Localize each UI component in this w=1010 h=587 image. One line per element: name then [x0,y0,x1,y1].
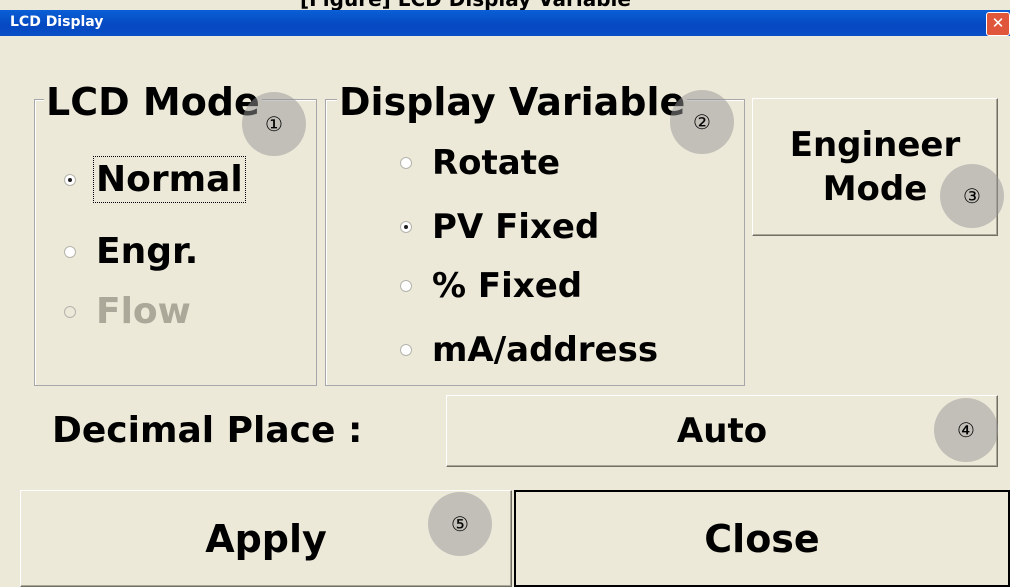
callout-marker-4: ④ [934,398,998,462]
decimal-place-label: Decimal Place : [52,410,363,451]
display-variable-radio-rotate[interactable]: Rotate [400,143,560,183]
lcd-mode-title: LCD Mode [44,80,262,124]
radio-unselected-icon [400,157,412,169]
radio-unselected-icon [400,280,412,292]
radio-selected-icon [64,173,76,186]
callout-marker-2: ② [670,90,734,154]
lcd-mode-radio-engr[interactable]: Engr. [64,231,198,272]
display-variable-radio-pv-fixed[interactable]: PV Fixed [400,207,599,247]
lcd-mode-radio-flow: Flow [64,291,191,332]
lcd-mode-label-normal: Normal [93,156,246,203]
lcd-display-dialog: [Figure] LCD Display Variable LCD Displa… [0,0,1010,587]
window-close-button[interactable]: ✕ [986,12,1010,36]
display-variable-radio-ma-address[interactable]: mA/address [400,330,658,370]
display-variable-radio-percent-fixed[interactable]: % Fixed [400,266,582,306]
title-bar: LCD Display ✕ [0,10,1010,36]
display-variable-label-percent-fixed: % Fixed [432,266,583,306]
radio-unselected-icon [400,344,412,356]
display-variable-title: Display Variable [337,80,688,124]
display-variable-label-pv-fixed: PV Fixed [432,207,600,247]
display-variable-label-ma-address: mA/address [432,330,659,370]
radio-disabled-icon [64,305,76,318]
radio-unselected-icon [64,245,76,258]
close-button[interactable]: Close [514,490,1010,587]
callout-marker-5: ⑤ [428,492,492,556]
display-variable-label-rotate: Rotate [432,143,561,183]
decimal-place-selector[interactable]: Auto [446,395,998,467]
lcd-mode-label-engr: Engr. [96,231,199,272]
lcd-mode-radio-normal[interactable]: Normal [64,156,246,203]
callout-marker-3: ③ [940,164,1004,228]
lcd-mode-label-flow: Flow [96,291,191,332]
window-title: LCD Display [10,14,104,30]
engineer-mode-label-line1: Engineer [789,124,961,165]
callout-marker-1: ① [242,92,306,156]
engineer-mode-label-line2: Mode [822,169,928,209]
radio-selected-icon [400,221,412,233]
